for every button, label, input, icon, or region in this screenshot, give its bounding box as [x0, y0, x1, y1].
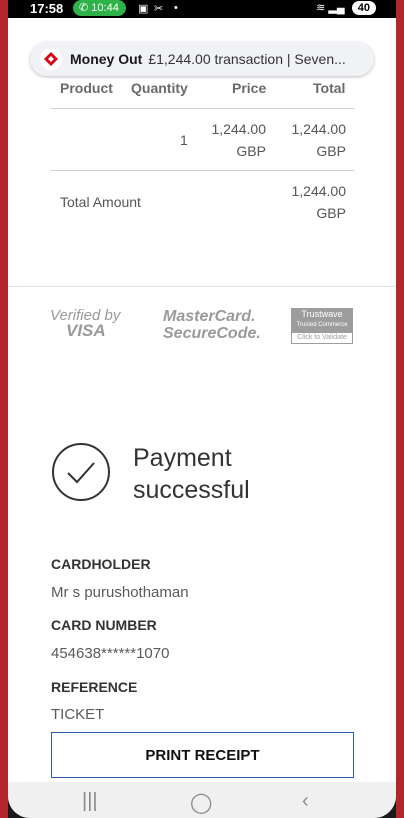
- system-navigation-bar: ||| ◯ ‹: [8, 782, 396, 818]
- recent-apps-icon[interactable]: |||: [82, 790, 98, 813]
- call-timer: 10:44: [91, 2, 119, 14]
- table-total-row: Total Amount 1,244.00 GBP: [51, 172, 354, 232]
- mastercard-securecode-logo: MasterCard. SecureCode.: [163, 308, 261, 342]
- status-bar: 17:58 ✆ 10:44 ▣ ✂ • ≋ ▂▄ 40: [8, 0, 396, 18]
- status-right: ≋ ▂▄ 40: [316, 1, 376, 15]
- total-amount-label: Total Amount: [60, 194, 141, 210]
- payment-status-text: Payment successful: [133, 444, 250, 504]
- notification-message: £1,244.00 transaction | Seven...: [148, 51, 346, 67]
- active-call-pill[interactable]: ✆ 10:44: [73, 0, 126, 16]
- device-case-right: [396, 0, 404, 818]
- reference-label: REFERENCE: [51, 679, 138, 695]
- row-total: 1,244.00 GBP: [291, 121, 347, 159]
- tools-icon: ✂: [154, 3, 164, 15]
- wifi-icon: ≋: [316, 2, 326, 14]
- notification-title: Money Out: [70, 51, 143, 67]
- signal-icon: ▂▄: [328, 2, 345, 14]
- table-header: Product Quantity Price Total: [51, 78, 354, 109]
- column-header-quantity: Quantity: [131, 80, 188, 96]
- print-receipt-button[interactable]: PRINT RECEIPT: [51, 732, 354, 778]
- row-quantity: 1: [180, 132, 188, 148]
- payment-success: Payment successful: [51, 442, 351, 506]
- card-number-value: 454638******1070: [51, 645, 170, 662]
- phone-icon: ✆: [79, 2, 89, 14]
- total-amount-value: 1,244.00 GBP: [291, 183, 347, 221]
- home-icon[interactable]: ◯: [190, 790, 212, 815]
- device-case-left: [0, 0, 8, 818]
- status-time: 17:58: [30, 1, 64, 16]
- table-row: 1 1,244.00 GBP 1,244.00 GBP: [51, 110, 354, 171]
- battery-badge: 40: [351, 1, 376, 15]
- trustwave-seal[interactable]: Trustwave Trusted Commerce Click to Vali…: [291, 308, 353, 344]
- hsbc-logo-icon: [40, 48, 62, 70]
- checkmark-circle-icon: [52, 443, 110, 501]
- column-header-total: Total: [313, 80, 346, 96]
- row-price: 1,244.00 GBP: [211, 121, 267, 159]
- screen: 17:58 ✆ 10:44 ▣ ✂ • ≋ ▂▄ 40 Money Out £1…: [8, 0, 396, 818]
- heads-up-notification[interactable]: Money Out £1,244.00 transaction | Seven.…: [30, 42, 374, 76]
- app-notification-icon: ▣: [138, 3, 149, 15]
- column-header-price: Price: [232, 80, 267, 96]
- cardholder-value: Mr s purushothaman: [51, 584, 189, 601]
- back-icon[interactable]: ‹: [302, 790, 309, 813]
- card-number-label: CARD NUMBER: [51, 617, 157, 633]
- column-header-product: Product: [60, 80, 113, 96]
- phone-frame: 17:58 ✆ 10:44 ▣ ✂ • ≋ ▂▄ 40 Money Out £1…: [0, 0, 404, 818]
- divider: [8, 286, 396, 287]
- cardholder-label: CARDHOLDER: [51, 556, 151, 572]
- verified-by-visa-logo: Verified by VISA: [50, 307, 121, 340]
- security-logos: Verified by VISA MasterCard. SecureCode.…: [8, 306, 396, 346]
- reference-value: TICKET: [51, 706, 105, 723]
- dot-icon: •: [174, 2, 178, 14]
